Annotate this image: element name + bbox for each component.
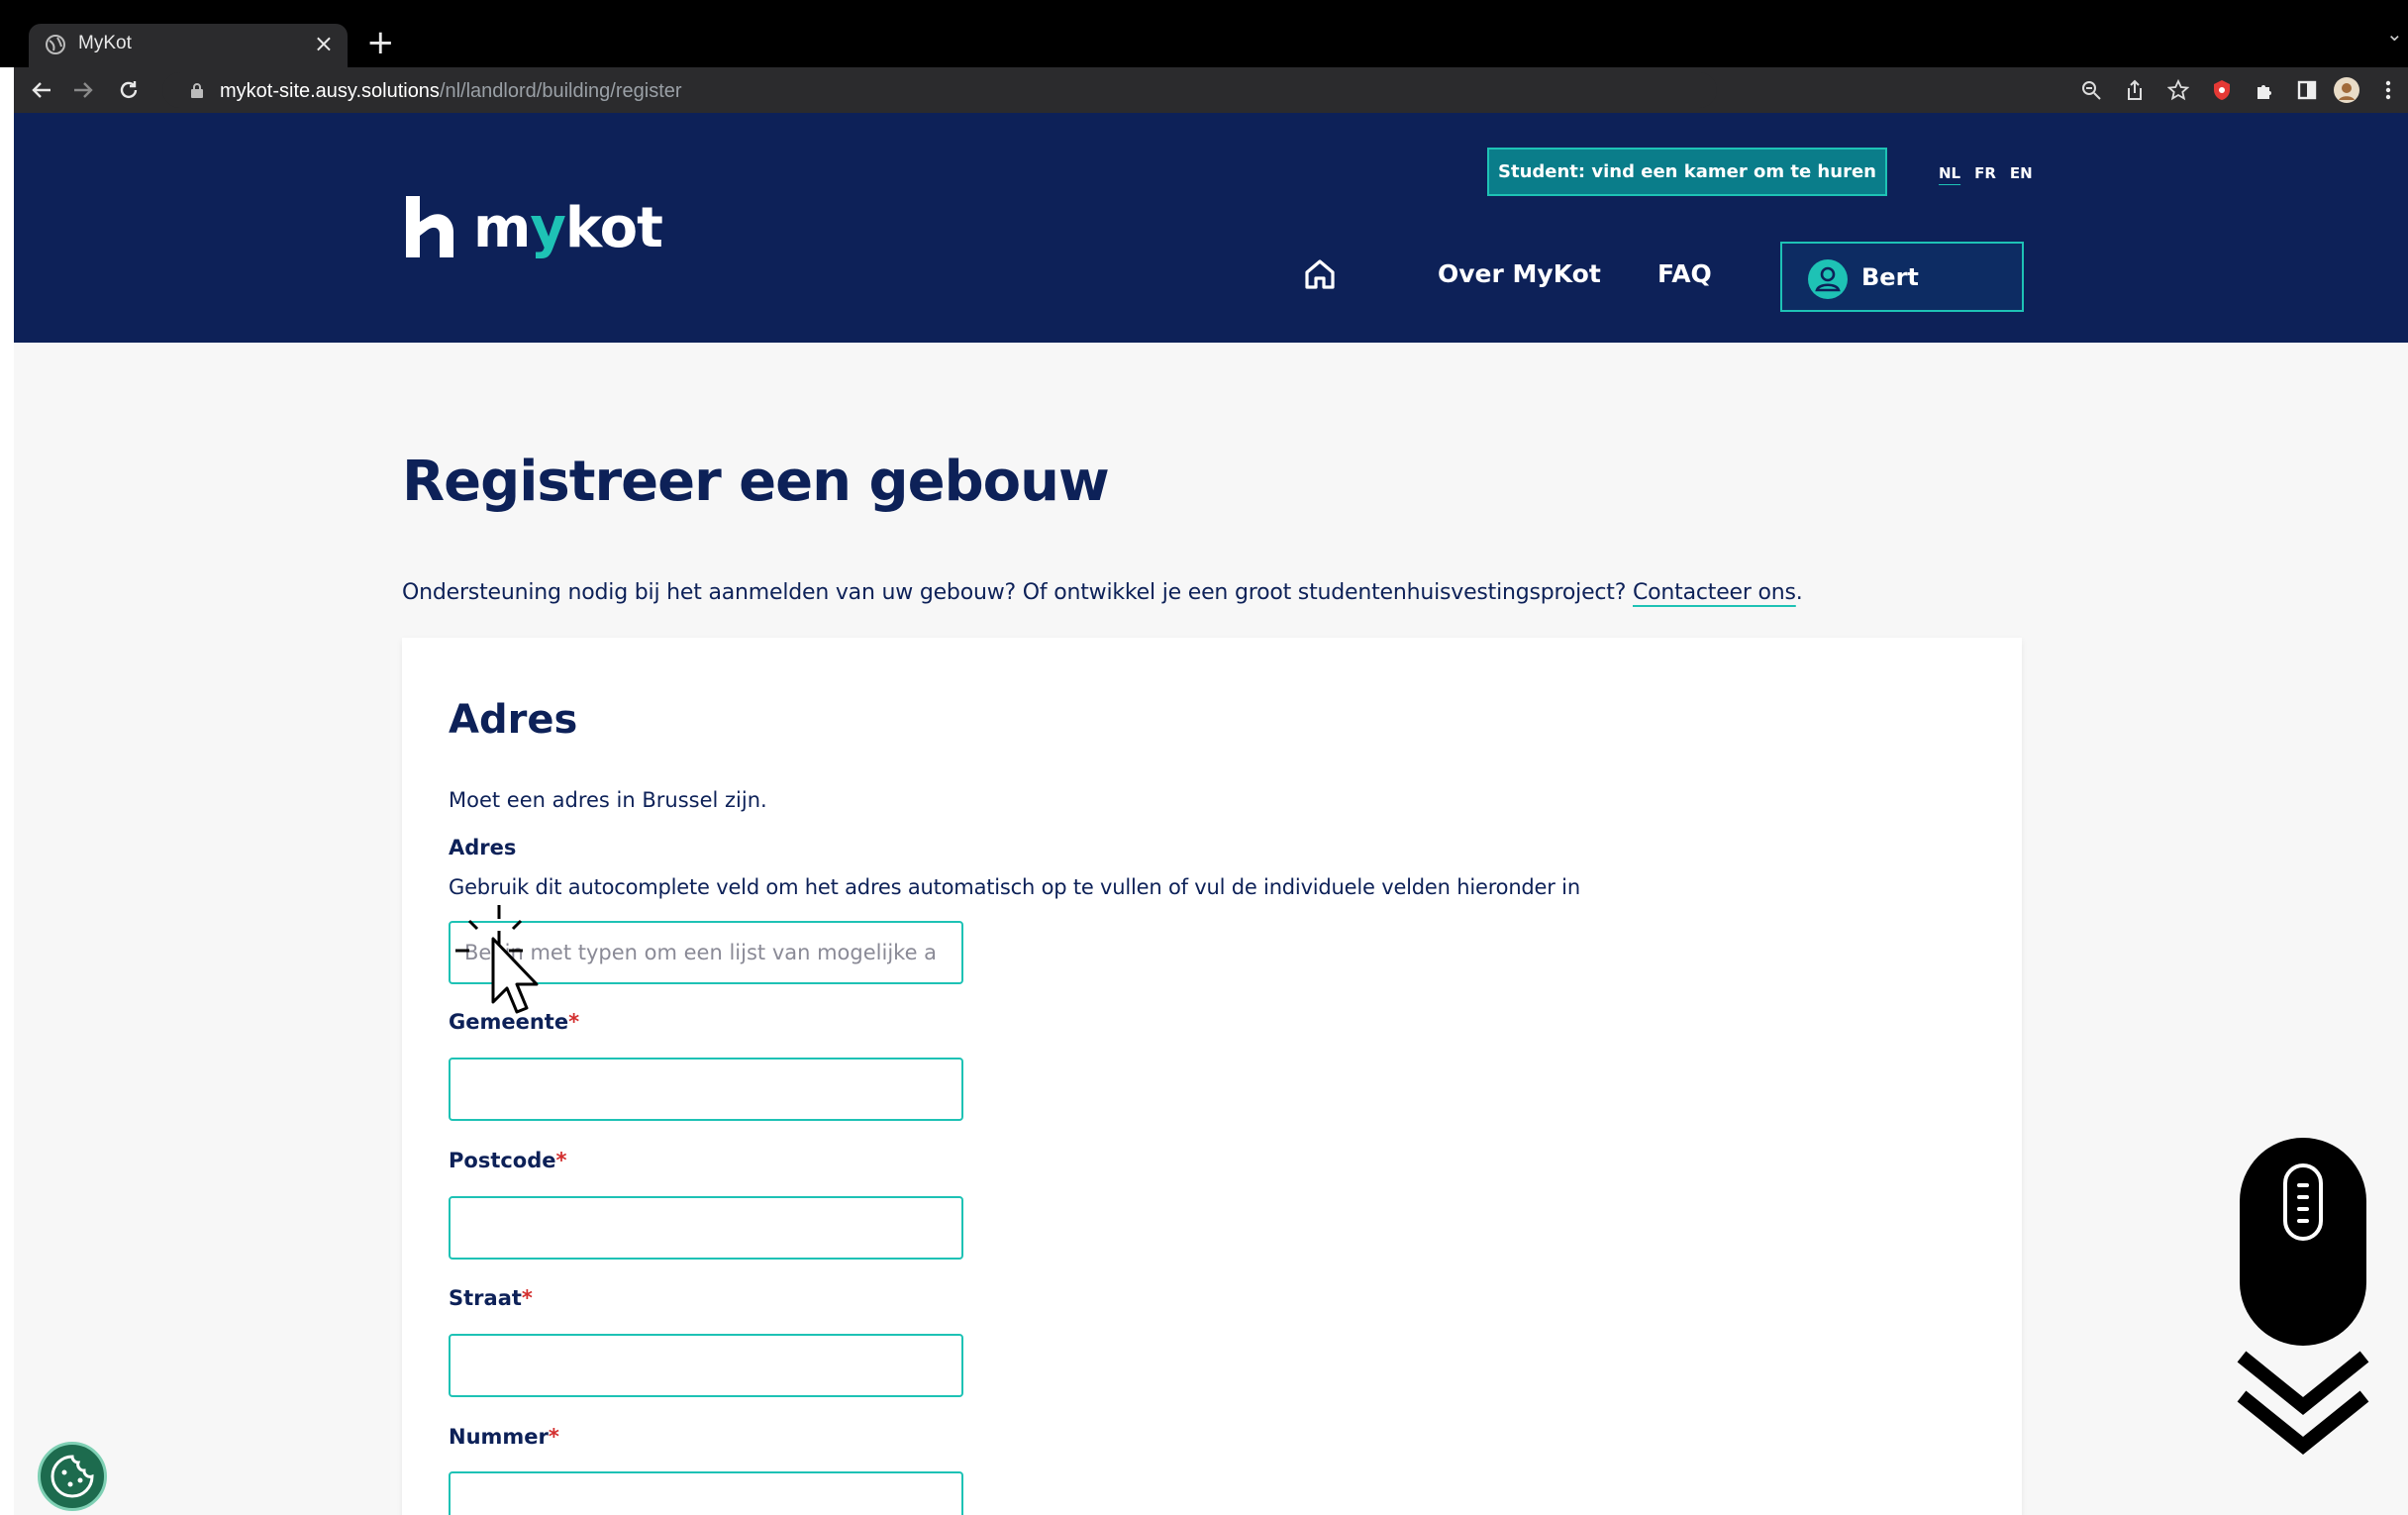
back-arrow-icon[interactable] [26,74,57,106]
lock-icon [191,83,203,98]
scroll-mouse-icon [2240,1138,2366,1346]
lang-en[interactable]: EN [2010,164,2033,182]
url-path: /nl/landlord/building/register [439,80,682,102]
mouse-cursor-icon [455,905,539,1014]
intro-end: . [1795,580,1803,605]
user-menu-button[interactable]: Bert [1780,242,2024,312]
new-tab-button[interactable]: + [366,26,395,59]
scroll-down-chevrons-icon [2237,1351,2369,1455]
tab-title: MyKot [78,33,132,53]
intro-body: Ondersteuning nodig bij het aanmelden va… [402,580,1633,605]
gemeente-input[interactable] [449,1058,963,1121]
postcode-label: Postcode* [449,1149,567,1172]
zoom-icon[interactable] [2077,76,2105,104]
profile-icon[interactable] [2333,76,2360,104]
address-bar[interactable]: mykot-site.ausy.solutions/nl/landlord/bu… [162,72,1717,108]
sidebar-icon[interactable] [2293,76,2321,104]
home-icon[interactable] [1303,257,1337,291]
browser-toolbar: mykot-site.ausy.solutions/nl/landlord/bu… [14,67,2408,113]
autocomplete-label: Adres [449,836,517,859]
menu-icon[interactable] [2374,76,2402,104]
reload-icon[interactable] [113,74,145,106]
page-title: Registreer een gebouw [402,450,1110,514]
url-host: mykot-site.ausy.solutions [220,80,440,102]
share-icon[interactable] [2121,76,2149,104]
logo-text: mykot [473,195,663,260]
tab-list-chevron-icon[interactable]: ⌄ [2386,22,2403,46]
student-find-room-button[interactable]: Student: vind een kamer om te huren [1487,148,1887,196]
puzzle-icon[interactable] [2252,76,2279,104]
intro-text: Ondersteuning nodig bij het aanmelden va… [402,580,1803,605]
contact-link[interactable]: Contacteer ons [1633,580,1796,605]
mykot-logo[interactable]: mykot [402,192,663,263]
nav-over-mykot[interactable]: Over MyKot [1438,259,1601,288]
nav-faq[interactable]: FAQ [1657,259,1712,288]
autocomplete-help: Gebruik dit autocomplete veld om het adr… [449,875,1580,899]
nummer-input[interactable] [449,1471,963,1515]
star-icon[interactable] [2164,76,2192,104]
user-avatar-icon [1808,259,1848,299]
browser-tab[interactable]: MyKot × [29,24,348,67]
logo-mark-icon [406,196,453,257]
address-form-card: Adres Moet een adres in Brussel zijn. Ad… [402,638,2022,1515]
straat-input[interactable] [449,1334,963,1397]
section-title: Adres [449,697,578,743]
cookie-settings-button[interactable] [38,1442,107,1511]
lang-fr[interactable]: FR [1974,164,1996,182]
postcode-input[interactable] [449,1196,963,1260]
mouse-wheel-icon [2283,1163,2323,1241]
site-header: mykot Student: vind een kamer om te hure… [14,113,2408,343]
globe-icon [46,35,65,54]
forward-arrow-icon[interactable] [67,74,99,106]
cookie-icon [50,1455,94,1498]
page: mykot Student: vind een kamer om te hure… [14,113,2408,1515]
straat-label: Straat* [449,1286,533,1310]
language-switcher: NL FR EN [1939,164,2033,182]
tab-close-icon[interactable]: × [314,30,334,57]
lang-nl[interactable]: NL [1939,164,1960,182]
user-name: Bert [1861,263,1919,291]
nummer-label: Nummer* [449,1425,559,1449]
browser-tab-strip: MyKot × + ⌄ [0,0,2408,67]
section-subtitle: Moet een adres in Brussel zijn. [449,788,767,812]
url-text: mykot-site.ausy.solutions/nl/landlord/bu… [220,80,682,103]
extension-icon[interactable] [2208,76,2236,104]
